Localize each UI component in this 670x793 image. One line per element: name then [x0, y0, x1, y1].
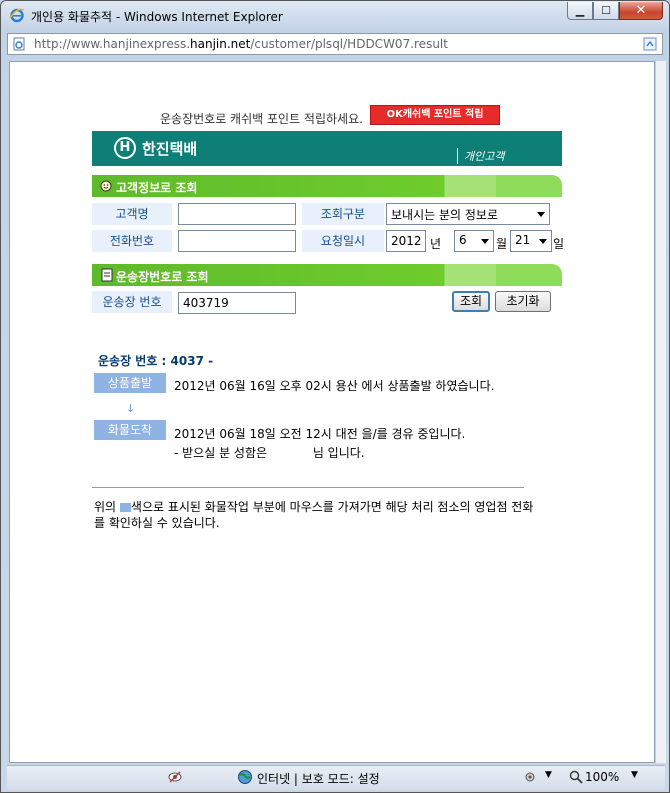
month-select[interactable]: 6 — [454, 230, 494, 252]
waybill-input[interactable] — [178, 292, 296, 314]
chevron-down-icon — [537, 212, 545, 217]
maximize-button[interactable]: ☐ — [593, 2, 619, 20]
note-part2: 색으로 표시된 화물작업 부분에 마우스를 가져가면 해당 처리 점소의 영업점… — [94, 500, 534, 530]
chevron-down-icon — [481, 239, 489, 244]
browser-window: 개인용 화물추적 - Windows Internet Explorer ▁ ☐… — [0, 0, 670, 793]
event-arrival-recipient: - 받으실 분 성함은 님 입니다. — [174, 446, 365, 460]
chevron-down-icon[interactable]: ▼ — [631, 770, 638, 780]
status-tag-arrival[interactable]: 화물도착 — [94, 420, 166, 440]
window-title: 개인용 화물추적 - Windows Internet Explorer — [31, 10, 283, 24]
event-arrival-text: 2012년 06월 18일 오전 12시 대전 을/를 경유 중입니다. — [174, 427, 466, 441]
title-bar[interactable]: 개인용 화물추적 - Windows Internet Explorer ▁ ☐… — [1, 1, 669, 29]
url-domain: hanjin.net — [190, 37, 251, 51]
year-unit: 년 — [430, 237, 442, 251]
chevron-down-icon[interactable]: ▼ — [545, 770, 552, 780]
color-swatch — [119, 503, 131, 512]
settings-icon[interactable] — [523, 770, 539, 784]
brand-sub: 개인고객 — [457, 148, 504, 164]
logo-bar: H 한진택배 개인고객 — [92, 131, 562, 166]
month-value: 6 — [459, 233, 467, 247]
promo-text: 운송장번호로 캐쉬백 포인트 적립하세요. — [160, 112, 363, 126]
ie-icon — [9, 8, 25, 23]
waybill-result-header: 운송장 번호 : 4037 - — [98, 354, 214, 368]
waybill-label: 운송장 번호 — [92, 291, 172, 313]
query-type-label: 조회구분 — [302, 203, 384, 225]
divider — [92, 487, 524, 488]
section-waybill-header: 운송장번호로 조회 — [92, 264, 562, 286]
customer-name-label: 고객명 — [92, 203, 172, 225]
section-waybill-title: 운송장번호로 조회 — [116, 270, 209, 284]
close-button[interactable]: ✕ — [619, 2, 663, 20]
privacy-eye-icon[interactable] — [167, 769, 183, 785]
security-zone-text[interactable]: 인터넷 | 보호 모드: 설정 — [257, 770, 380, 787]
section-customer-title: 고객정보로 조회 — [116, 181, 198, 195]
day-select[interactable]: 21 — [510, 230, 552, 252]
compatibility-icon[interactable] — [643, 37, 657, 51]
zoom-icon — [569, 770, 583, 784]
year-input[interactable] — [386, 230, 426, 252]
day-unit: 일 — [553, 237, 565, 251]
url-suffix: /customer/plsql/HDDCW07.result — [250, 37, 448, 51]
note-part1: 위의 — [94, 500, 120, 514]
document-icon — [101, 268, 113, 282]
request-date-label: 요청일시 — [302, 230, 384, 252]
page-icon — [13, 37, 25, 51]
customer-name-input[interactable] — [178, 203, 296, 225]
arrow-down-icon: ↓ — [126, 402, 136, 415]
month-unit: 월 — [496, 237, 508, 251]
smiley-icon — [100, 180, 112, 192]
globe-icon — [238, 770, 252, 784]
zoom-level[interactable]: 100% — [585, 770, 619, 784]
search-button[interactable]: 조회 — [452, 291, 490, 312]
query-type-value: 보내시는 분의 정보로 — [391, 208, 498, 222]
event-departure-text: 2012년 06월 16일 오후 02시 용산 에서 상품출발 하였습니다. — [174, 379, 495, 393]
status-tag-departure[interactable]: 상품출발 — [94, 373, 166, 393]
url-text[interactable]: http://www.hanjinexpress.hanjin.net/cust… — [34, 37, 448, 51]
status-bar: 인터넷 | 보호 모드: 설정 ▼ 100% ▼ — [7, 765, 665, 790]
phone-label: 전화번호 — [92, 230, 172, 252]
section-customer-header: 고객정보로 조회 — [92, 175, 562, 197]
ok-cashbag-button[interactable]: OK캐쉬백 포인트 적립 — [370, 105, 500, 125]
address-bar[interactable]: http://www.hanjinexpress.hanjin.net/cust… — [7, 33, 663, 55]
help-note: 위의 색으로 표시된 화물작업 부분에 마우스를 가져가면 해당 처리 점소의 … — [94, 499, 534, 531]
url-prefix: http://www.hanjinexpress. — [34, 37, 191, 51]
reset-button[interactable]: 초기화 — [495, 291, 551, 312]
brand-name: 한진택배 — [142, 140, 198, 158]
query-type-select[interactable]: 보내시는 분의 정보로 — [386, 203, 550, 225]
page-content: 운송장번호로 캐쉬백 포인트 적립하세요. OK캐쉬백 포인트 적립 H 한진택… — [9, 61, 655, 763]
hanjin-logo-icon: H — [114, 137, 136, 159]
day-value: 21 — [515, 233, 531, 247]
minimize-button[interactable]: ▁ — [567, 2, 593, 20]
phone-input[interactable] — [178, 230, 296, 252]
scrollbar[interactable] — [655, 61, 666, 763]
chevron-down-icon — [539, 239, 547, 244]
